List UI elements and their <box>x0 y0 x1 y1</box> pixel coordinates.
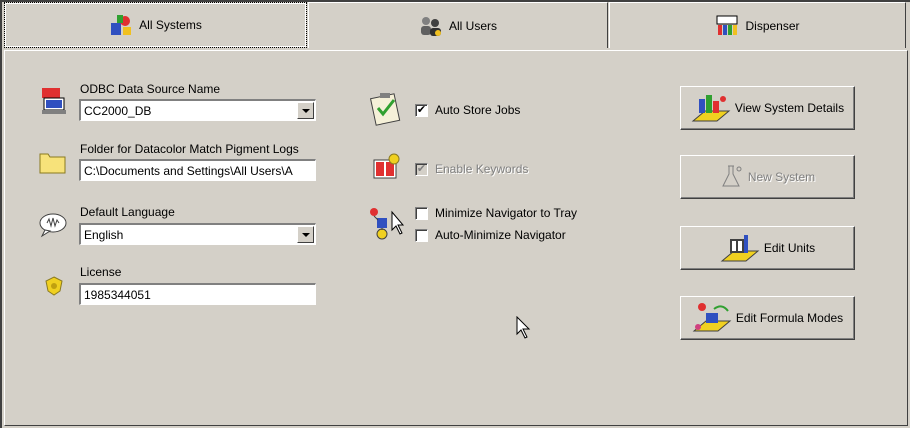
folder-value: C:\Documents and Settings\All Users\A <box>84 164 293 178</box>
check-mark-icon: ✔ <box>416 104 427 116</box>
keywords-book-icon <box>373 153 400 179</box>
system-details-icon <box>691 95 731 122</box>
odbc-value: CC2000_DB <box>84 104 152 118</box>
button-label: Edit Units <box>763 241 816 255</box>
new-system-button[interactable]: New System <box>680 155 855 199</box>
check-mark-icon: ✔ <box>416 163 427 175</box>
chevron-down-icon[interactable] <box>297 102 314 119</box>
auto-minimize-label: Auto-Minimize Navigator <box>435 228 566 242</box>
odbc-label: ODBC Data Source Name <box>80 82 221 96</box>
odbc-select[interactable]: CC2000_DB <box>79 99 316 121</box>
folder-input[interactable]: C:\Documents and Settings\All Users\A <box>79 159 316 181</box>
clipboard-check-icon <box>369 93 401 126</box>
tab-bar: All Systems All Users Dispenser <box>0 0 910 50</box>
systems-icon <box>111 15 132 35</box>
flask-icon <box>722 165 742 187</box>
auto-store-checkbox[interactable]: ✔ <box>415 104 428 117</box>
language-select[interactable]: English <box>79 223 316 245</box>
folder-icon <box>39 153 66 174</box>
minimize-tray-label: Minimize Navigator to Tray <box>435 206 578 220</box>
edit-formula-modes-button[interactable]: Edit Formula Modes <box>680 296 855 340</box>
tab-all-systems[interactable]: All Systems <box>4 2 307 48</box>
tab-all-users[interactable]: All Users <box>308 2 608 48</box>
enable-keywords-label: Enable Keywords <box>435 162 529 176</box>
button-label: View System Details <box>734 101 845 115</box>
chevron-down-icon[interactable] <box>297 226 314 243</box>
formula-modes-icon <box>692 303 732 332</box>
speech-bubble-icon <box>39 213 67 238</box>
minimize-tray-checkbox[interactable] <box>415 207 428 220</box>
tab-dispenser[interactable]: Dispenser <box>609 2 906 48</box>
database-icon <box>42 88 66 114</box>
button-label: New System <box>747 170 816 184</box>
folder-label: Folder for Datacolor Match Pigment Logs <box>80 142 299 156</box>
edit-units-button[interactable]: Edit Units <box>680 226 855 270</box>
tab-label: Dispenser <box>745 18 800 33</box>
enable-keywords-checkbox[interactable]: ✔ <box>415 163 428 176</box>
language-value: English <box>84 228 124 242</box>
license-label: License <box>80 265 122 279</box>
navigator-icon <box>370 208 405 240</box>
dispenser-icon <box>716 15 738 35</box>
mouse-pointer-icon <box>516 316 531 339</box>
license-value: 1985344051 <box>84 288 151 302</box>
language-label: Default Language <box>80 205 175 219</box>
units-icon <box>720 235 760 262</box>
view-system-details-button[interactable]: View System Details <box>680 86 855 130</box>
tab-label: All Users <box>448 18 497 33</box>
auto-minimize-checkbox[interactable] <box>415 229 428 242</box>
license-badge-icon <box>45 276 63 296</box>
license-input[interactable]: 1985344051 <box>79 283 316 305</box>
auto-store-label: Auto Store Jobs <box>435 103 521 117</box>
button-label: Edit Formula Modes <box>735 311 844 325</box>
users-icon <box>420 16 441 36</box>
tab-label: All Systems <box>139 18 202 32</box>
